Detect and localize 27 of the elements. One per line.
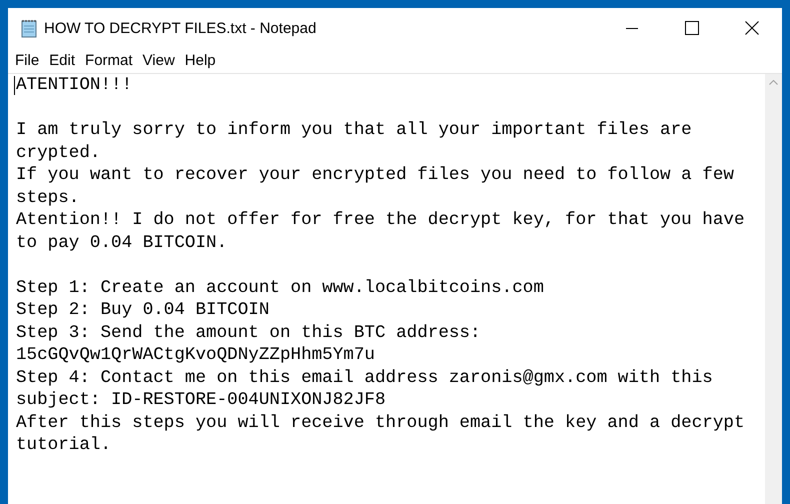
- notepad-icon: [20, 18, 38, 38]
- text-line: Step 2: Buy 0.04 BITCOIN: [16, 299, 270, 322]
- text-line: 15cGQvQw1QrWACtgKvoQDNyZZpHhm5Ym7u: [16, 344, 375, 366]
- text-line: After this steps you will receive through email the key and a decrypt: [16, 412, 744, 434]
- text-line: Step 1: Create an account on www.localbitcoins.com: [16, 276, 544, 299]
- text-line: steps.: [16, 186, 80, 209]
- window-title: HOW TO DECRYPT FILES.txt - Notepad: [44, 20, 318, 36]
- text-line: subject: ID-RESTORE-004UNIXONJ82JF8: [16, 389, 386, 412]
- menu-item[interactable]: View: [138, 50, 180, 72]
- text-line: crypted.: [16, 142, 100, 164]
- text-line: Step 3: Send the amount on this BTC address:: [16, 322, 481, 344]
- maximize-icon: [685, 21, 699, 35]
- menu-item[interactable]: File: [10, 50, 44, 72]
- text-line: tutorial.: [16, 434, 112, 456]
- close-icon: [745, 21, 759, 35]
- text-caret: [14, 76, 15, 95]
- text-line: I am truly sorry to inform you that all your important files are: [16, 119, 692, 142]
- text-line: ATENTION!!!: [16, 74, 132, 96]
- text-line: Atention!! I do not offer for free the decrypt key, for that you have: [16, 209, 744, 232]
- menu-item[interactable]: Edit: [44, 50, 80, 72]
- caret-up-icon: [769, 80, 778, 85]
- menu-item[interactable]: Help: [180, 50, 221, 72]
- text-line: to pay 0.04 BITCOIN.: [16, 232, 228, 254]
- scrollbar[interactable]: [765, 74, 782, 504]
- text-line: If you want to recover your encrypted files you need to follow a few: [16, 164, 734, 186]
- menu-item[interactable]: Format: [80, 50, 138, 72]
- text-line: Step 4: Contact me on this email address zaronis@gmx.com with this: [16, 366, 713, 389]
